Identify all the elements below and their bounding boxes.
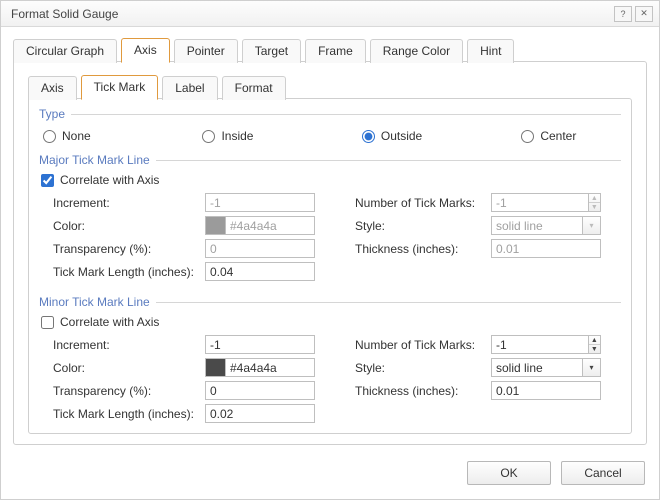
ok-button[interactable]: OK [467, 461, 551, 485]
major-style-input[interactable] [491, 216, 583, 235]
minor-ticklen-input[interactable] [205, 404, 315, 423]
radio-outside[interactable]: Outside [362, 129, 521, 143]
cancel-button[interactable]: Cancel [561, 461, 645, 485]
minor-count-input[interactable] [491, 335, 589, 354]
minor-color-swatch[interactable] [205, 358, 225, 377]
major-color-label: Color: [53, 219, 205, 233]
radio-none[interactable]: None [43, 129, 202, 143]
minor-count-label: Number of Tick Marks: [355, 338, 491, 352]
radio-none-input[interactable] [43, 130, 56, 143]
major-transparency-label: Transparency (%): [53, 242, 205, 256]
major-count-input[interactable] [491, 193, 589, 212]
fs-major: Major Tick Mark Line Correlate with Axis… [39, 149, 621, 281]
radio-center-input[interactable] [521, 130, 534, 143]
titlebar: Format Solid Gauge ? ✕ [1, 1, 659, 27]
tab-pointer[interactable]: Pointer [174, 39, 238, 63]
window-title: Format Solid Gauge [11, 7, 611, 21]
inner-tab-format[interactable]: Format [222, 76, 286, 100]
major-style-combo[interactable]: ▾ [491, 216, 601, 235]
minor-color-picker[interactable] [205, 358, 315, 377]
minor-increment-input[interactable] [205, 335, 315, 354]
major-color-input[interactable] [225, 216, 315, 235]
major-style-label: Style: [355, 219, 491, 233]
minor-color-input[interactable] [225, 358, 315, 377]
fs-type-title: Type [39, 107, 71, 121]
minor-increment-label: Increment: [53, 338, 205, 352]
major-ticklen-label: Tick Mark Length (inches): [53, 265, 205, 279]
major-count-label: Number of Tick Marks: [355, 196, 491, 210]
major-color-swatch[interactable] [205, 216, 225, 235]
radio-center[interactable]: Center [521, 129, 617, 143]
fs-major-title: Major Tick Mark Line [39, 153, 156, 167]
inner-tabs: Axis Tick Mark Label Format [28, 74, 632, 99]
major-grid: Increment: Number of Tick Marks: ▲▼ Colo… [39, 193, 621, 281]
outer-tabs: Circular Graph Axis Pointer Target Frame… [13, 37, 647, 62]
inner-tab-label[interactable]: Label [162, 76, 217, 100]
major-thickness-input[interactable] [491, 239, 601, 258]
radio-inside-input[interactable] [202, 130, 215, 143]
major-count-spin-buttons[interactable]: ▲▼ [589, 193, 601, 212]
outer-tab-panel: Axis Tick Mark Label Format Type None [13, 61, 647, 445]
fs-type: Type None Inside [39, 107, 621, 145]
major-ticklen-input[interactable] [205, 262, 315, 281]
chevron-down-icon[interactable]: ▾ [583, 358, 601, 377]
tab-circular-graph[interactable]: Circular Graph [13, 39, 117, 63]
radio-inside-label: Inside [221, 129, 253, 143]
tab-range-color[interactable]: Range Color [370, 39, 463, 63]
minor-correlate-label: Correlate with Axis [60, 315, 159, 329]
inner-tab-axis[interactable]: Axis [28, 76, 77, 100]
minor-grid: Increment: Number of Tick Marks: ▲▼ Colo… [39, 335, 621, 423]
inner-tab-tick-mark[interactable]: Tick Mark [81, 75, 159, 100]
radio-inside[interactable]: Inside [202, 129, 361, 143]
dialog-footer: OK Cancel [1, 451, 659, 499]
content-area: Circular Graph Axis Pointer Target Frame… [1, 27, 659, 451]
major-color-picker[interactable] [205, 216, 315, 235]
chevron-down-icon[interactable]: ▾ [583, 216, 601, 235]
minor-ticklen-label: Tick Mark Length (inches): [53, 407, 205, 421]
tab-axis[interactable]: Axis [121, 38, 170, 63]
minor-correlate-checkbox[interactable] [41, 316, 54, 329]
major-increment-label: Increment: [53, 196, 205, 210]
radio-outside-input[interactable] [362, 130, 375, 143]
major-transparency-input[interactable] [205, 239, 315, 258]
tab-frame[interactable]: Frame [305, 39, 366, 63]
minor-thickness-input[interactable] [491, 381, 601, 400]
minor-thickness-label: Thickness (inches): [355, 384, 491, 398]
minor-style-combo[interactable]: ▾ [491, 358, 601, 377]
major-correlate[interactable]: Correlate with Axis [39, 171, 621, 193]
inner-tab-panel: Type None Inside [28, 98, 632, 434]
radio-outside-label: Outside [381, 129, 422, 143]
minor-transparency-input[interactable] [205, 381, 315, 400]
minor-style-input[interactable] [491, 358, 583, 377]
tab-hint[interactable]: Hint [467, 39, 514, 63]
major-correlate-checkbox[interactable] [41, 174, 54, 187]
major-count-spinner[interactable]: ▲▼ [491, 193, 601, 212]
minor-count-spin-buttons[interactable]: ▲▼ [589, 335, 601, 354]
type-radio-group: None Inside Outside Center [39, 125, 621, 145]
major-increment-input[interactable] [205, 193, 315, 212]
fs-minor-title: Minor Tick Mark Line [39, 295, 156, 309]
fs-minor: Minor Tick Mark Line Correlate with Axis… [39, 291, 621, 423]
minor-correlate[interactable]: Correlate with Axis [39, 313, 621, 335]
help-icon[interactable]: ? [614, 6, 632, 22]
major-thickness-label: Thickness (inches): [355, 242, 491, 256]
minor-color-label: Color: [53, 361, 205, 375]
minor-transparency-label: Transparency (%): [53, 384, 205, 398]
major-correlate-label: Correlate with Axis [60, 173, 159, 187]
minor-count-spinner[interactable]: ▲▼ [491, 335, 601, 354]
tab-target[interactable]: Target [242, 39, 301, 63]
minor-style-label: Style: [355, 361, 491, 375]
radio-center-label: Center [540, 129, 576, 143]
dialog-window: Format Solid Gauge ? ✕ Circular Graph Ax… [0, 0, 660, 500]
radio-none-label: None [62, 129, 91, 143]
close-icon[interactable]: ✕ [635, 6, 653, 22]
